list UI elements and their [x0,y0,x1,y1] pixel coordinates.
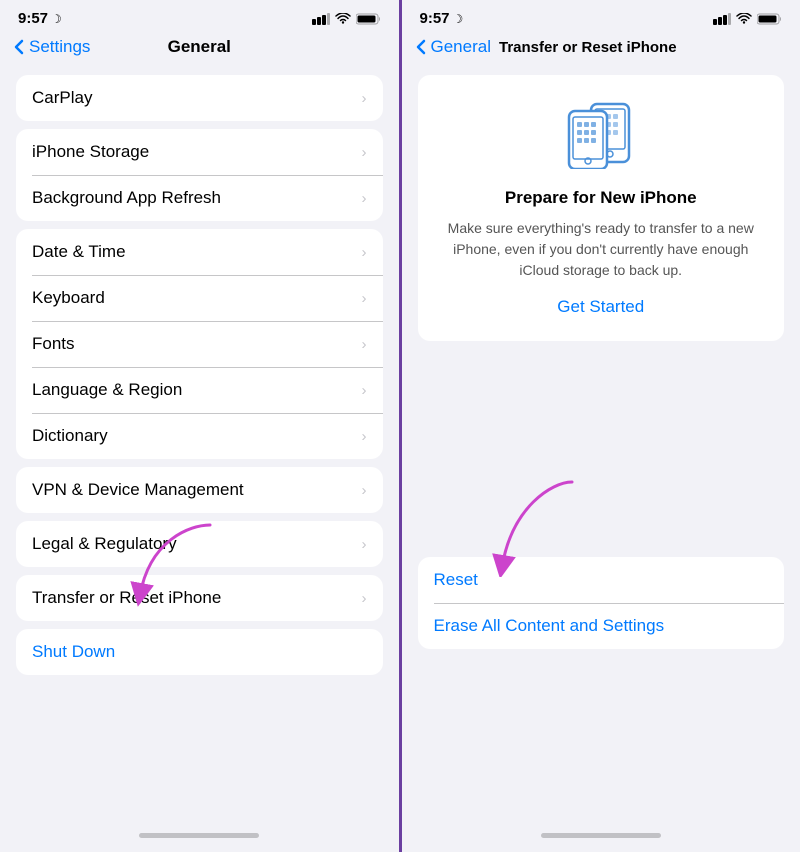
dictionary-label: Dictionary [32,426,108,446]
left-status-icons [312,13,381,25]
settings-group-carplay: CarPlay › [16,75,383,121]
right-moon-icon: ☽ [453,12,464,26]
settings-item-iphone-storage[interactable]: iPhone Storage › [16,129,383,175]
phones-icon [561,99,641,169]
settings-item-fonts[interactable]: Fonts › [16,321,383,367]
reset-container: Reset Erase All Content and Settings [402,557,800,649]
settings-group-shutdown: Shut Down [16,629,383,675]
left-back-button[interactable]: Settings [14,37,90,57]
keyboard-label: Keyboard [32,288,105,308]
right-content: Prepare for New iPhone Make sure everyth… [402,67,800,824]
right-back-label: General [431,37,491,57]
keyboard-chevron: › [362,290,367,307]
reset-label: Reset [434,570,478,590]
transfer-reset-chevron: › [362,590,367,607]
middle-spacer [402,349,800,549]
right-signal-icon [713,13,731,25]
settings-item-keyboard[interactable]: Keyboard › [16,275,383,321]
settings-item-transfer-reset[interactable]: Transfer or Reset iPhone › [16,575,383,621]
right-back-button[interactable]: General [416,37,491,57]
reset-group: Reset Erase All Content and Settings [418,557,785,649]
settings-item-reset[interactable]: Reset [418,557,785,603]
right-status-icons [713,13,782,25]
background-refresh-label: Background App Refresh [32,188,221,208]
right-nav-bar: General Transfer or Reset iPhone [402,33,800,67]
settings-item-legal[interactable]: Legal & Regulatory › [16,521,383,567]
prepare-card: Prepare for New iPhone Make sure everyth… [418,75,785,341]
dictionary-chevron: › [362,428,367,445]
right-home-indicator [402,824,800,852]
left-content: CarPlay › iPhone Storage › Background Ap… [0,67,399,824]
language-region-label: Language & Region [32,380,182,400]
transfer-reset-container: Transfer or Reset iPhone › [0,575,399,621]
carplay-label: CarPlay [32,88,92,108]
shutdown-label: Shut Down [32,642,115,662]
get-started-button[interactable]: Get Started [557,297,644,317]
left-time: 9:57 [18,10,48,27]
settings-item-language-region[interactable]: Language & Region › [16,367,383,413]
right-time: 9:57 [420,10,450,27]
back-chevron-icon [14,39,24,55]
settings-item-vpn[interactable]: VPN & Device Management › [16,467,383,513]
date-time-chevron: › [362,244,367,261]
legal-chevron: › [362,536,367,553]
left-home-bar [139,833,259,838]
prepare-desc: Make sure everything's ready to transfer… [438,218,765,281]
transfer-reset-label: Transfer or Reset iPhone [32,588,221,608]
settings-item-dictionary[interactable]: Dictionary › [16,413,383,459]
settings-item-shutdown[interactable]: Shut Down [16,629,383,675]
iphone-storage-label: iPhone Storage [32,142,149,162]
right-home-bar [541,833,661,838]
iphone-storage-chevron: › [362,144,367,161]
settings-item-background-refresh[interactable]: Background App Refresh › [16,175,383,221]
prepare-icon [561,99,641,174]
vpn-label: VPN & Device Management [32,480,244,500]
vpn-chevron: › [362,482,367,499]
battery-icon [356,13,381,25]
language-region-chevron: › [362,382,367,399]
left-nav-bar: Settings General [0,33,399,67]
erase-label: Erase All Content and Settings [434,616,665,636]
right-panel: 9:57 ☽ [402,0,800,852]
settings-group-legal: Legal & Regulatory › [16,521,383,567]
fonts-chevron: › [362,336,367,353]
right-battery-icon [757,13,782,25]
right-wifi-icon [736,13,752,25]
right-status-bar: 9:57 ☽ [402,0,800,33]
settings-group-vpn: VPN & Device Management › [16,467,383,513]
settings-group-storage: iPhone Storage › Background App Refresh … [16,129,383,221]
settings-item-carplay[interactable]: CarPlay › [16,75,383,121]
left-nav-title: General [168,37,231,57]
left-back-label: Settings [29,37,90,57]
settings-item-erase[interactable]: Erase All Content and Settings [418,603,785,649]
left-panel: 9:57 ☽ [0,0,399,852]
carplay-chevron: › [362,90,367,107]
right-back-chevron-icon [416,39,426,55]
wifi-icon [335,13,351,25]
left-moon-icon: ☽ [51,12,62,26]
background-refresh-chevron: › [362,190,367,207]
left-home-indicator [0,824,399,852]
signal-icon [312,13,330,25]
settings-group-language: Date & Time › Keyboard › Fonts › Languag… [16,229,383,459]
legal-label: Legal & Regulatory [32,534,177,554]
date-time-label: Date & Time [32,242,126,262]
settings-item-date-time[interactable]: Date & Time › [16,229,383,275]
left-status-bar: 9:57 ☽ [0,0,399,33]
right-nav-title: Transfer or Reset iPhone [499,39,677,56]
fonts-label: Fonts [32,334,75,354]
prepare-title: Prepare for New iPhone [505,188,697,208]
settings-group-transfer: Transfer or Reset iPhone › [16,575,383,621]
